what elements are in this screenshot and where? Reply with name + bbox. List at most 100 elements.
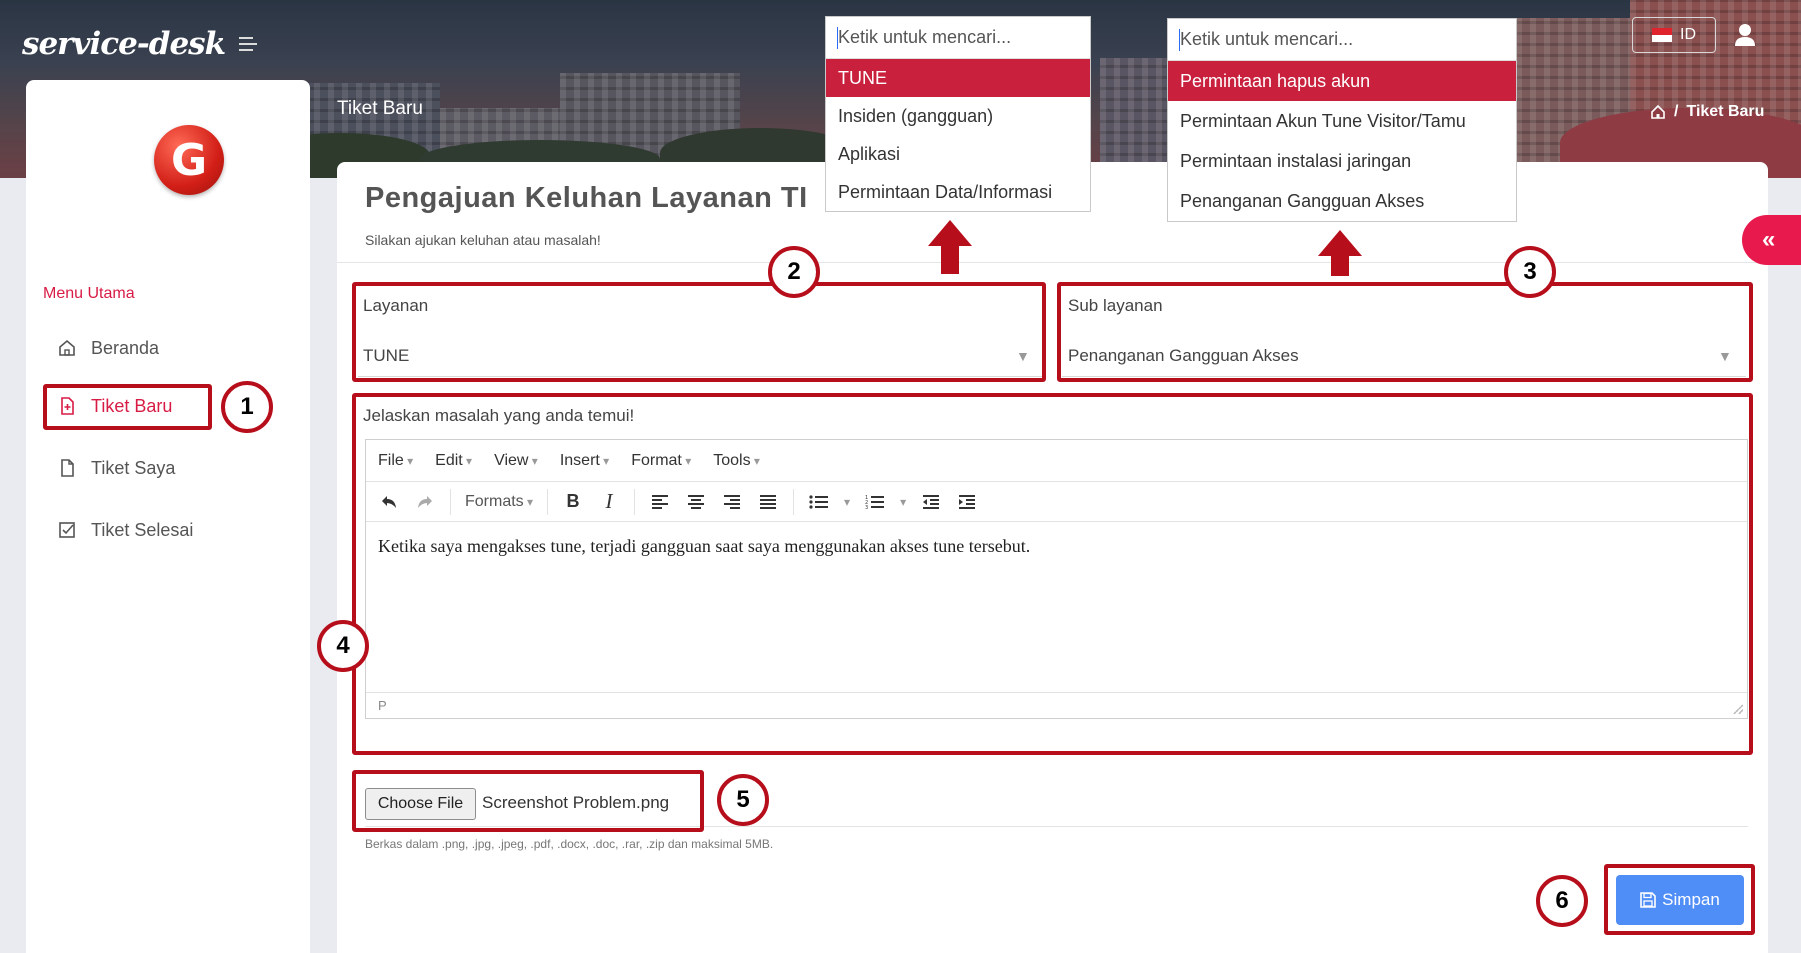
divider — [358, 376, 1042, 377]
save-button[interactable]: Simpan — [1616, 875, 1744, 925]
chevron-double-left-icon: « — [1762, 226, 1776, 253]
menu-toggle-icon[interactable] — [239, 37, 258, 51]
checklist-icon — [59, 522, 75, 538]
sidebar-item-beranda[interactable]: Beranda — [57, 328, 159, 368]
language-label: ID — [1680, 26, 1696, 43]
resize-handle-icon[interactable] — [1733, 704, 1743, 714]
file-plus-icon — [61, 397, 74, 415]
sub-layanan-value: Penanganan Gangguan Akses — [1068, 346, 1299, 365]
editor-menubar: File Edit View Insert Format Tools — [366, 440, 1747, 482]
sub-layanan-dropdown: Ketik untuk mencari... Permintaan hapus … — [1167, 18, 1517, 222]
editor-content[interactable]: Ketika saya mengakses tune, terjadi gang… — [366, 522, 1747, 692]
rich-text-editor: File Edit View Insert Format Tools Forma… — [365, 439, 1748, 719]
language-selector[interactable]: ID — [1632, 17, 1716, 53]
avatar[interactable]: G — [154, 125, 224, 195]
sub-layanan-select[interactable]: Penanganan Gangguan Akses ▼ — [1060, 336, 1748, 376]
sidebar: G Menu Utama Beranda Tiket Baru Tiket Sa… — [26, 80, 310, 953]
menu-view[interactable]: View — [494, 452, 538, 470]
editor-toolbar: Formats B I ▾ 123 ▾ — [366, 482, 1747, 522]
layanan-value: TUNE — [363, 346, 410, 365]
brand-logo: service-desk — [22, 26, 226, 62]
description-label: Jelaskan masalah yang anda temui! — [363, 406, 635, 425]
choose-file-button[interactable]: Choose File — [365, 788, 476, 820]
menu-insert[interactable]: Insert — [560, 452, 609, 470]
sidebar-item-tiket-selesai[interactable]: Tiket Selesai — [57, 510, 193, 550]
dropdown-search-input[interactable]: Ketik untuk mencari... — [1168, 19, 1516, 61]
menu-file[interactable]: File — [378, 452, 413, 470]
file-icon — [61, 459, 74, 477]
brand[interactable]: service-desk — [22, 22, 258, 66]
menu-edit[interactable]: Edit — [435, 452, 472, 470]
toolbar-separator — [547, 488, 549, 515]
align-left-icon[interactable] — [649, 491, 671, 513]
home-icon[interactable] — [1650, 104, 1666, 120]
align-right-icon[interactable] — [721, 491, 743, 513]
svg-text:3: 3 — [865, 505, 868, 510]
editor-statusbar: P — [366, 692, 1747, 718]
arrow-up-icon — [1318, 230, 1362, 276]
dropdown-option[interactable]: Permintaan instalasi jaringan — [1168, 141, 1516, 181]
divider — [365, 826, 1748, 827]
outdent-icon[interactable] — [920, 491, 942, 513]
sub-layanan-label: Sub layanan — [1068, 296, 1163, 315]
bullet-list-icon[interactable] — [808, 491, 830, 513]
file-help-text: Berkas dalam .png, .jpg, .jpeg, .pdf, .d… — [365, 837, 774, 851]
floppy-disk-icon — [1640, 892, 1656, 908]
layanan-label: Layanan — [363, 296, 429, 315]
numbered-list-icon[interactable]: 123 — [864, 491, 886, 513]
arrow-up-icon — [928, 220, 972, 274]
breadcrumb-current: Tiket Baru — [1686, 103, 1765, 120]
indent-icon[interactable] — [956, 491, 978, 513]
chevron-down-icon[interactable]: ▾ — [900, 495, 906, 509]
save-label: Simpan — [1662, 890, 1720, 909]
sidebar-item-label: Tiket Selesai — [91, 519, 194, 540]
text-cursor — [1179, 29, 1180, 51]
chevron-down-icon[interactable]: ▾ — [844, 495, 850, 509]
sidebar-item-tiket-baru[interactable]: Tiket Baru — [57, 386, 172, 426]
undo-icon[interactable] — [378, 491, 400, 513]
annotation-badge: 5 — [717, 774, 769, 826]
annotation-badge: 2 — [768, 246, 820, 298]
annotation-badge: 4 — [317, 620, 369, 672]
annotation-badge: 6 — [1536, 875, 1588, 927]
dropdown-search-input[interactable]: Ketik untuk mencari... — [826, 17, 1090, 59]
collapse-panel-button[interactable]: « — [1742, 215, 1801, 265]
search-placeholder: Ketik untuk mencari... — [838, 27, 1012, 47]
annotation-badge: 1 — [221, 381, 273, 433]
breadcrumb: / Tiket Baru — [1650, 103, 1764, 121]
chevron-down-icon: ▼ — [1016, 348, 1030, 364]
dropdown-option[interactable]: Permintaan Data/Informasi — [826, 173, 1090, 211]
redo-icon[interactable] — [414, 491, 436, 513]
form-subtitle: Silakan ajukan keluhan atau masalah! — [365, 232, 601, 248]
dropdown-option[interactable]: Aplikasi — [826, 135, 1090, 173]
bold-icon[interactable]: B — [562, 491, 584, 513]
search-placeholder: Ketik untuk mencari... — [1180, 29, 1354, 49]
chevron-down-icon: ▼ — [1718, 348, 1732, 364]
annotation-badge: 3 — [1504, 246, 1556, 298]
align-justify-icon[interactable] — [757, 491, 779, 513]
toolbar-separator — [793, 488, 795, 515]
toolbar-separator — [450, 488, 451, 515]
dropdown-option[interactable]: Permintaan hapus akun — [1168, 61, 1516, 101]
menu-format[interactable]: Format — [631, 452, 691, 470]
sidebar-item-tiket-saya[interactable]: Tiket Saya — [57, 448, 175, 488]
dropdown-option[interactable]: Insiden (gangguan) — [826, 97, 1090, 135]
dropdown-option[interactable]: Penanganan Gangguan Akses — [1168, 181, 1516, 221]
sidebar-item-label: Beranda — [91, 337, 160, 358]
menu-tools[interactable]: Tools — [713, 452, 760, 470]
text-cursor — [837, 27, 838, 49]
flag-icon — [1652, 28, 1672, 42]
home-icon — [59, 339, 75, 356]
dropdown-option[interactable]: Permintaan Akun Tune Visitor/Tamu — [1168, 101, 1516, 141]
formats-dropdown[interactable]: Formats — [465, 493, 533, 511]
page-title: Tiket Baru — [337, 98, 423, 119]
form-title: Pengajuan Keluhan Layanan TI — [365, 182, 808, 214]
align-center-icon[interactable] — [685, 491, 707, 513]
breadcrumb-separator: / — [1674, 103, 1679, 120]
dropdown-option[interactable]: TUNE — [826, 59, 1090, 97]
user-icon[interactable] — [1730, 20, 1760, 50]
divider — [1062, 376, 1746, 377]
layanan-select[interactable]: TUNE ▼ — [356, 336, 1044, 376]
italic-icon[interactable]: I — [598, 489, 620, 513]
element-path: P — [378, 698, 387, 713]
